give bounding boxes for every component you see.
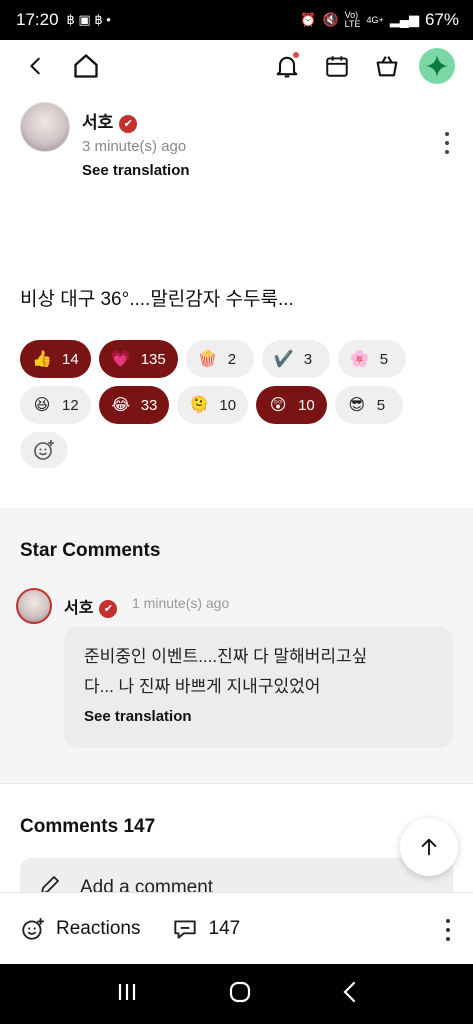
melting-face-icon: 🫠: [189, 397, 210, 414]
heart-icon: 💗: [110, 351, 131, 368]
comment-count: 147: [208, 917, 241, 939]
flower-icon: 🌸: [349, 351, 370, 368]
divider: [0, 783, 473, 784]
status-bar: 17:20 ฿ ▣ ฿ • ⏰ 🔇 Vo) LTE 4G+ ▂▄▆ 67%: [0, 0, 473, 40]
comment-bubble: 준비중인 이벤트....진짜 다 말해버리고싶 다... 나 진짜 바쁘게 지내…: [64, 626, 453, 748]
laughing-face-icon: 😆: [33, 397, 51, 414]
comment-author[interactable]: 서호 ✔: [64, 594, 118, 618]
comments-button[interactable]: 147: [171, 916, 241, 942]
reaction-chip[interactable]: 😎 5: [334, 386, 403, 424]
reactions-panel: 👍 14 💗 135 🍿 2 ✔️ 3 🌸 5 😆 12 😂 33 🫠 10 😲 10 😎 5: [20, 340, 453, 468]
reaction-chip[interactable]: 😆 12: [20, 386, 91, 424]
bell-icon[interactable]: [269, 48, 305, 84]
reactions-row: 👍 14 💗 135 🍿 2 ✔️ 3 🌸 5: [20, 340, 453, 378]
reaction-chip[interactable]: 😂 33: [98, 386, 170, 424]
comment-line: 다... 나 진짜 바쁘게 지내구있었어: [84, 677, 321, 696]
avatar[interactable]: [20, 102, 70, 152]
arrow-up-icon[interactable]: [400, 818, 458, 876]
battery-level: 67%: [424, 10, 459, 29]
post-author[interactable]: 서호 ✔: [82, 108, 138, 133]
reaction-chip[interactable]: 🌸 5: [337, 340, 406, 378]
network-indicator: Vo) LTE: [344, 10, 361, 29]
star-comments-section: Star Comments 서호 ✔ 1 minute(s) ago 준비중인 이…: [0, 508, 473, 783]
avatar[interactable]: [16, 588, 52, 624]
status-time: 17:20: [16, 10, 59, 29]
check-icon: ✔️: [273, 351, 294, 368]
gem-icon[interactable]: [419, 48, 455, 84]
reaction-chip[interactable]: ✔️ 3: [261, 340, 330, 378]
post-time: 3 minute(s) ago: [82, 138, 187, 155]
comment-time: 1 minute(s) ago: [132, 595, 230, 611]
home-circle-icon[interactable]: [229, 981, 251, 1008]
post-body: 비상 대구 36°....말린감자 수두룩...: [20, 289, 294, 310]
popcorn-icon: 🍿: [197, 351, 218, 368]
system-navigation-bar: [0, 964, 473, 1024]
add-reaction-icon[interactable]: [20, 432, 68, 468]
reaction-chip[interactable]: 🫠 10: [177, 386, 249, 424]
verified-icon: ✔: [99, 599, 118, 618]
recents-icon[interactable]: [116, 982, 138, 1007]
more-icon[interactable]: [437, 130, 457, 156]
comment-line: 준비중인 이벤트....진짜 다 말해버리고싶: [84, 647, 368, 666]
notification-icons: ฿ ▣ ฿ •: [66, 12, 111, 27]
bottom-action-bar: Reactions 147: [0, 892, 473, 964]
post-header: 서호 ✔ 3 minute(s) ago See translation: [20, 100, 453, 190]
signal-icon: ▂▄▆: [389, 12, 419, 27]
verified-icon: ✔: [119, 114, 138, 133]
reaction-chip[interactable]: 🍿 2: [185, 340, 254, 378]
sunglasses-face-icon: 😎: [348, 397, 366, 414]
reaction-chip[interactable]: 👍 14: [20, 340, 91, 378]
reactions-row: 😆 12 😂 33 🫠 10 😲 10 😎 5: [20, 386, 453, 424]
alarm-icon: ⏰: [300, 12, 317, 27]
reactions-button[interactable]: Reactions: [20, 916, 141, 942]
reaction-chip[interactable]: 💗 135: [98, 340, 178, 378]
more-icon[interactable]: [443, 917, 453, 943]
top-navigation: [0, 40, 473, 92]
home-icon[interactable]: [68, 48, 104, 84]
thumbs-up-icon: 👍: [32, 351, 52, 368]
add-reaction-icon: [22, 917, 44, 940]
calendar-icon[interactable]: [319, 48, 355, 84]
nav-back-icon[interactable]: [342, 981, 358, 1008]
comments-title: Comments 147: [20, 816, 156, 837]
see-translation-link[interactable]: See translation: [82, 162, 190, 179]
notification-dot: [293, 52, 299, 58]
back-icon[interactable]: [18, 48, 54, 84]
tears-of-joy-icon: 😂: [111, 397, 131, 414]
reactions-label: Reactions: [56, 917, 141, 939]
reaction-chip[interactable]: 😲 10: [256, 386, 327, 424]
comment-icon: [173, 919, 196, 939]
see-translation-link[interactable]: See translation: [84, 708, 433, 725]
surprised-face-icon: 😲: [269, 397, 287, 414]
network-gen: 4G+: [366, 14, 384, 25]
star-comments-title: Star Comments: [20, 540, 161, 561]
mute-icon: 🔇: [322, 12, 339, 27]
shop-bag-icon[interactable]: [369, 48, 405, 84]
